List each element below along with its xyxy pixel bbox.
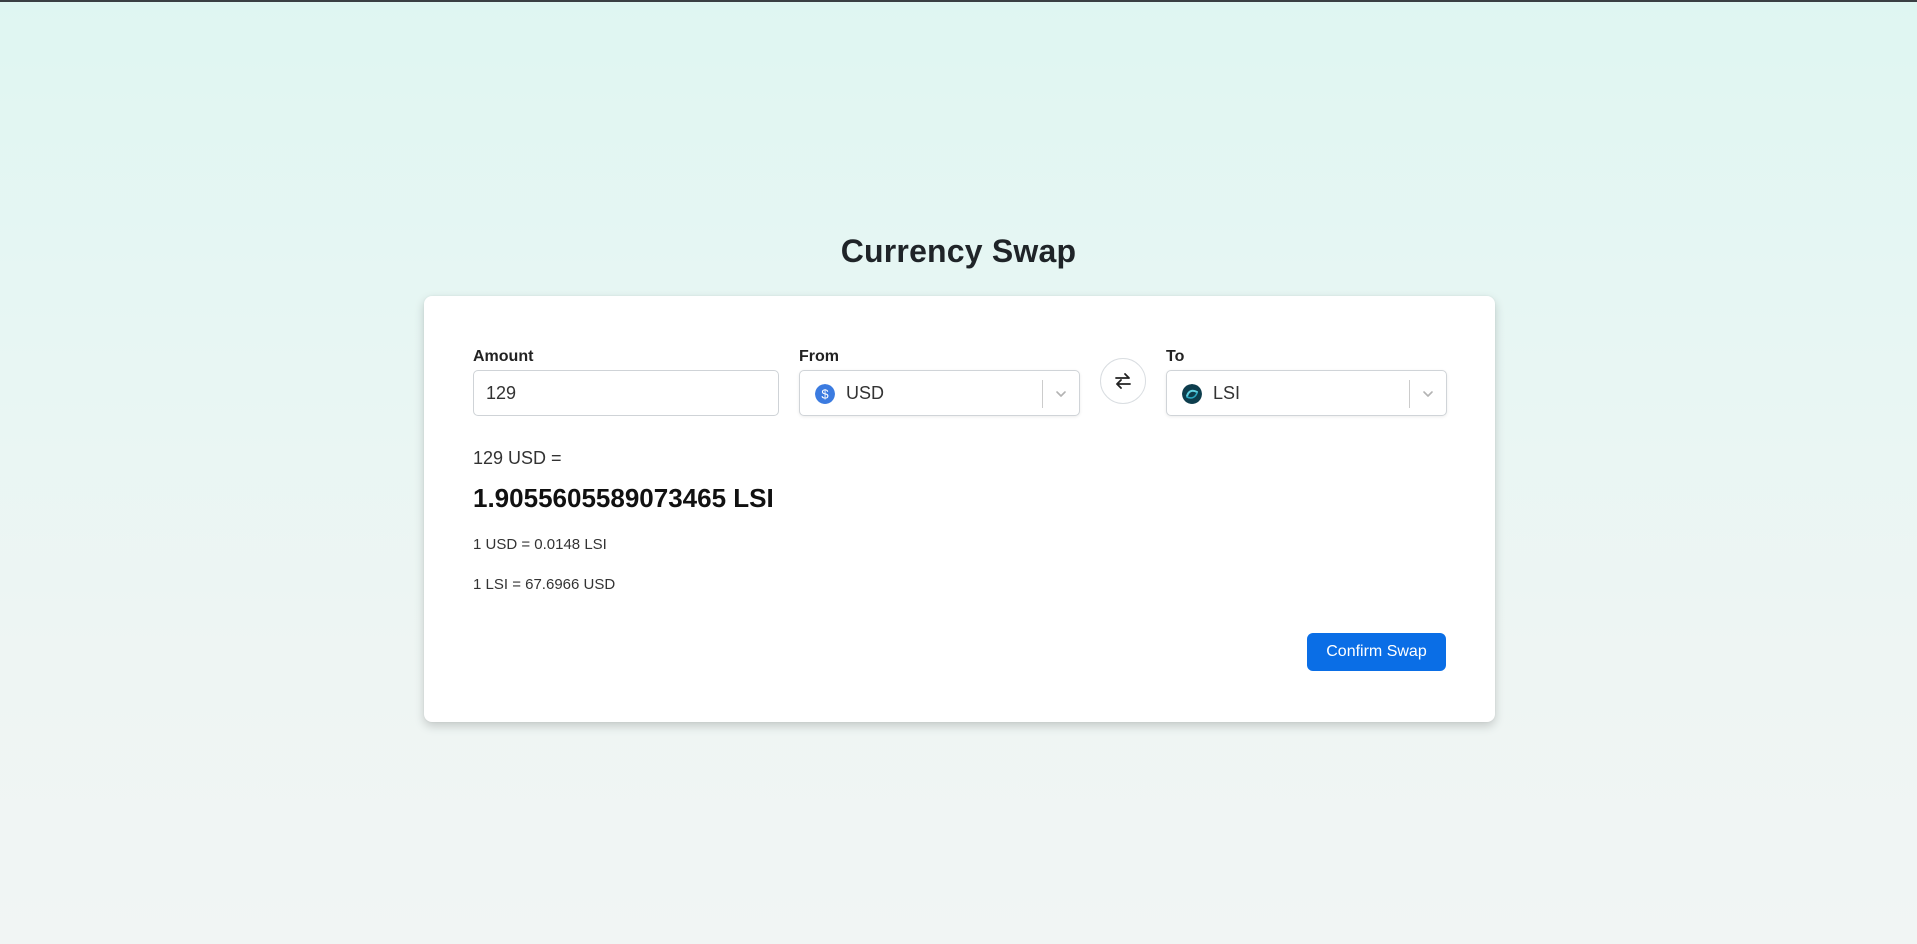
- rate-reverse: 1 LSI = 67.6966 USD: [473, 576, 616, 593]
- rate-forward: 1 USD = 0.0148 LSI: [473, 536, 607, 553]
- swap-direction-button[interactable]: [1100, 358, 1146, 404]
- to-currency-value: LSI: [1213, 383, 1241, 403]
- svg-text:$: $: [821, 387, 829, 402]
- to-currency-select[interactable]: LSI: [1166, 370, 1447, 416]
- select-separator: [1409, 380, 1410, 408]
- page-title: Currency Swap: [840, 233, 1077, 269]
- lsi-coin-icon: [1182, 384, 1202, 404]
- from-currency-select[interactable]: $ USD: [799, 370, 1080, 416]
- to-label: To: [1166, 348, 1185, 365]
- amount-input[interactable]: [473, 370, 779, 416]
- chevron-down-icon[interactable]: [1054, 387, 1068, 401]
- converted-amount: 1.9055605589073465 LSI: [473, 483, 774, 513]
- confirm-swap-button[interactable]: Confirm Swap: [1307, 633, 1446, 671]
- swap-arrows-icon: [1115, 373, 1131, 389]
- usd-coin-icon: $: [815, 384, 835, 404]
- select-separator: [1042, 380, 1043, 408]
- chevron-down-icon[interactable]: [1421, 387, 1435, 401]
- conversion-equation: 129 USD =: [473, 448, 562, 468]
- from-currency-value: USD: [846, 383, 885, 403]
- swap-card: Amount From $ USD To LSI 129 USD = 1.: [424, 296, 1495, 722]
- amount-label: Amount: [473, 348, 534, 365]
- from-label: From: [799, 348, 839, 365]
